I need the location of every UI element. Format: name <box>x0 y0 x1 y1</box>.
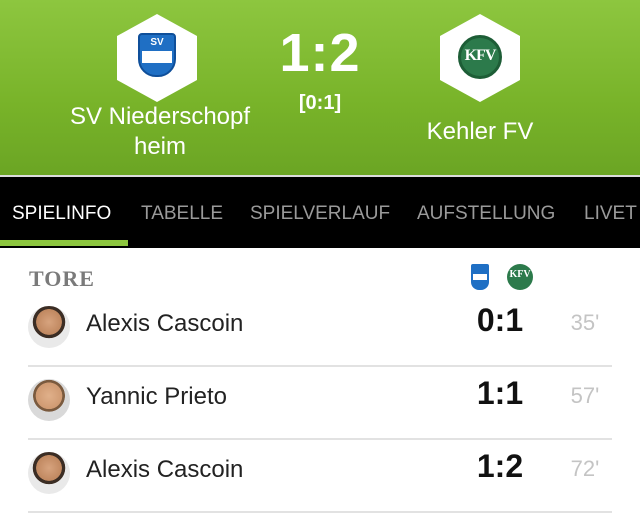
goal-score: 0:1 <box>476 302 524 338</box>
tab-tabelle[interactable]: TABELLE <box>141 203 223 225</box>
goal-row[interactable]: Alexis Cascoin 0:1 35' <box>0 294 640 367</box>
active-tab-indicator <box>0 240 128 246</box>
tab-bar: SPIELINFO TABELLE SPIELVERLAUF AUFSTELLU… <box>0 175 640 248</box>
tab-aufstellung[interactable]: AUFSTELLUNG <box>417 203 555 225</box>
tab-spielinfo[interactable]: SPIELINFO <box>12 203 111 225</box>
goal-score: 1:1 <box>476 375 524 411</box>
goals-section-title: TORE <box>29 266 95 291</box>
goal-row[interactable]: Yannic Prieto 1:1 57' <box>0 367 640 440</box>
goal-scorer-name: Yannic Prieto <box>86 383 227 410</box>
tab-liveticker[interactable]: LIVET <box>584 203 637 225</box>
goal-row[interactable]: Alexis Cascoin 1:2 72' <box>0 440 640 513</box>
goal-score: 1:2 <box>476 448 524 484</box>
player-avatar <box>28 306 70 348</box>
goal-scorer-name: Alexis Cascoin <box>86 310 244 337</box>
goal-minute: 57' <box>570 383 600 408</box>
away-team-name[interactable]: Kehler FV <box>380 117 580 147</box>
row-divider <box>28 511 612 513</box>
player-avatar <box>28 452 70 494</box>
match-header: SV KFV 1:2 [0:1] SV Niederschopf heim Ke… <box>0 0 640 175</box>
player-avatar <box>28 379 70 421</box>
home-team-label: SV Niederschopf <box>69 103 251 130</box>
away-team-mini-crest-icon: KFV <box>507 264 533 290</box>
goal-minute: 72' <box>570 456 600 481</box>
goal-minute: 35' <box>570 310 600 335</box>
away-team-crest-icon: KFV <box>458 35 502 79</box>
home-team-name[interactable]: SV Niederschopf heim <box>40 102 280 162</box>
home-team-mini-crest-icon <box>471 264 489 290</box>
home-team-crest-icon: SV <box>138 33 176 77</box>
home-indicator: heim <box>133 133 187 160</box>
tab-spielverlauf[interactable]: SPIELVERLAUF <box>250 203 390 225</box>
match-score: 1:2 <box>279 23 361 83</box>
goal-scorer-name: Alexis Cascoin <box>86 456 244 483</box>
